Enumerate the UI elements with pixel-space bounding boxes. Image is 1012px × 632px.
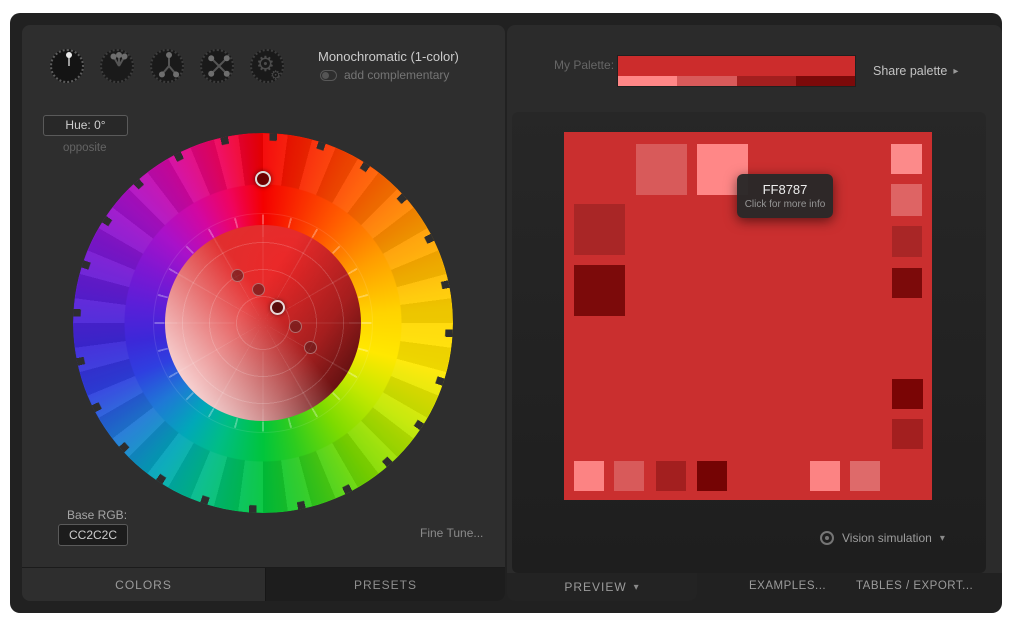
scheme-title: Monochromatic (1-color) — [318, 49, 459, 64]
wheel-marker[interactable] — [304, 341, 317, 354]
palette-shade[interactable] — [677, 76, 736, 86]
wheel-marker[interactable] — [289, 320, 302, 333]
chevron-down-icon: ▾ — [634, 582, 640, 593]
fine-tune-link[interactable]: Fine Tune... — [420, 526, 483, 540]
palette-base-bar[interactable] — [618, 56, 855, 76]
preview-well: FF8787 Click for more info Vision simula… — [512, 112, 986, 573]
tooltip-hex-value: FF8787 — [763, 182, 808, 197]
app-container: ⚙ ⚙ Monochromatic (1-color) add compleme… — [10, 13, 1002, 613]
preview-swatch[interactable] — [892, 379, 923, 409]
palette-shade[interactable] — [618, 76, 677, 86]
scheme-adjacent-button[interactable] — [100, 49, 134, 83]
preview-swatch[interactable] — [810, 461, 840, 491]
gear-small-icon: ⚙ — [270, 68, 281, 82]
preview-swatch[interactable] — [850, 461, 880, 491]
preview-canvas[interactable]: FF8787 Click for more info — [564, 132, 932, 500]
wheel-marker[interactable] — [252, 283, 265, 296]
my-palette-label: My Palette: — [554, 58, 614, 72]
preview-swatch[interactable] — [574, 461, 604, 491]
palette-strip[interactable] — [618, 56, 855, 86]
scheme-type-buttons: ⚙ ⚙ — [50, 49, 284, 83]
right-tab-bar: PREVIEW ▾ EXAMPLES... TABLES / EXPORT... — [507, 573, 1002, 601]
preview-swatch[interactable] — [697, 461, 727, 491]
tab-preview[interactable]: PREVIEW ▾ — [507, 573, 697, 601]
wheel-marker[interactable] — [231, 269, 244, 282]
palette-shade-row — [618, 76, 855, 86]
preview-panel: My Palette: Share palette ▸ FF8787 Click… — [507, 25, 1002, 573]
wheel-hue-marker[interactable] — [255, 171, 271, 187]
chevron-down-icon: ▾ — [940, 533, 945, 544]
share-arrow-icon: ▸ — [953, 66, 958, 77]
preview-swatch[interactable] — [656, 461, 686, 491]
preview-swatch[interactable] — [891, 144, 922, 174]
tab-colors[interactable]: COLORS — [22, 568, 265, 601]
color-wheel[interactable] — [73, 133, 453, 513]
tab-presets[interactable]: PRESETS — [265, 568, 505, 601]
eye-icon — [820, 531, 834, 545]
mono-dial-icon — [68, 55, 70, 66]
preview-swatch[interactable] — [574, 204, 625, 255]
preview-swatch[interactable] — [892, 268, 922, 298]
vision-simulation-control[interactable]: Vision simulation ▾ — [820, 531, 945, 545]
preview-swatch[interactable] — [636, 144, 687, 195]
scheme-tetrad-button[interactable] — [200, 49, 234, 83]
scheme-monochromatic-button[interactable] — [50, 49, 84, 83]
add-complementary-label: add complementary — [344, 68, 449, 82]
preview-swatch[interactable] — [614, 461, 644, 491]
palette-shade[interactable] — [796, 76, 855, 86]
disc-grid-lines — [165, 225, 361, 421]
scheme-triad-button[interactable] — [150, 49, 184, 83]
share-palette-link[interactable]: Share palette ▸ — [873, 64, 958, 78]
add-complementary-toggle[interactable] — [320, 70, 337, 81]
scheme-panel: ⚙ ⚙ Monochromatic (1-color) add compleme… — [22, 25, 505, 601]
preview-swatch[interactable] — [891, 184, 922, 216]
wheel-marker-selected[interactable] — [270, 300, 285, 315]
tab-tables-export[interactable]: TABLES / EXPORT... — [856, 580, 973, 592]
color-tooltip: FF8787 Click for more info — [737, 174, 833, 218]
palette-shade[interactable] — [737, 76, 796, 86]
tab-examples[interactable]: EXAMPLES... — [749, 580, 826, 592]
add-complementary-control: add complementary — [320, 68, 449, 82]
base-rgb-input[interactable] — [58, 524, 128, 546]
preview-swatch[interactable] — [574, 265, 625, 316]
left-tab-bar: COLORS PRESETS — [22, 567, 505, 601]
base-rgb-label: Base RGB: — [67, 508, 127, 522]
preview-swatch[interactable] — [892, 226, 922, 257]
preview-swatch[interactable] — [892, 419, 923, 449]
tooltip-hint: Click for more info — [745, 199, 826, 210]
scheme-freestyle-button[interactable]: ⚙ ⚙ — [250, 49, 284, 83]
wheel-inner-disc[interactable] — [165, 225, 361, 421]
